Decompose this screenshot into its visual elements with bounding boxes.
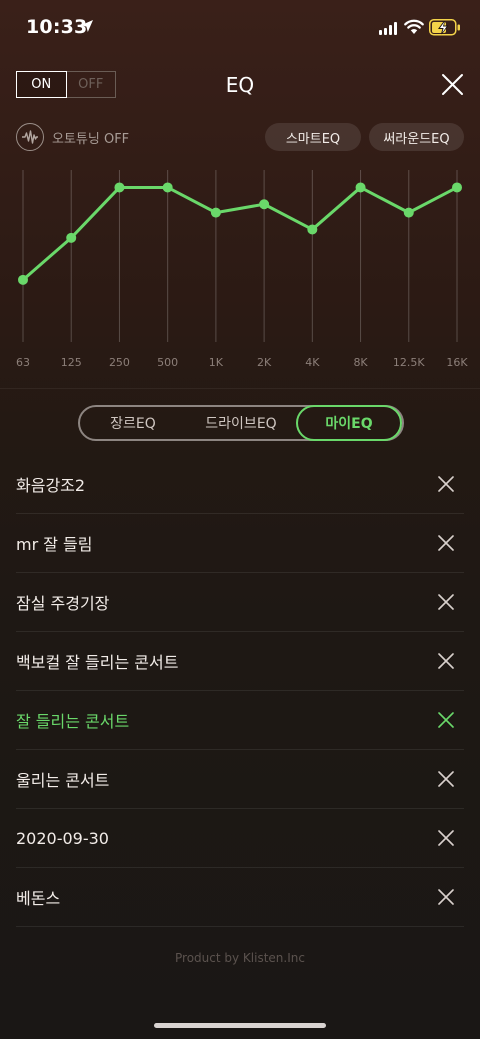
- page-title: EQ: [225, 73, 255, 97]
- delete-preset-icon[interactable]: [438, 712, 454, 728]
- eq-band-handle-500[interactable]: [162, 182, 173, 193]
- eq-category-tabs: 장르EQ 드라이브EQ 마이EQ: [78, 405, 404, 441]
- preset-list: 화음강조2 mr 잘 들림잠실 주경기장백보컬 잘 들리는 콘서트잘 들리는 콘서…: [16, 455, 464, 927]
- preset-name: 베돈스: [16, 889, 61, 908]
- eq-band-handle-250[interactable]: [114, 182, 125, 193]
- eq-band-handle-12.5K[interactable]: [403, 207, 414, 218]
- eq-band-handle-4K[interactable]: [307, 224, 318, 235]
- eq-band-label: 8K: [353, 356, 368, 369]
- preset-row[interactable]: 화음강조2: [16, 455, 464, 514]
- waveform-icon: [16, 123, 44, 151]
- tab-my-eq[interactable]: 마이EQ: [296, 405, 402, 441]
- tab-genre-eq[interactable]: 장르EQ: [80, 407, 186, 439]
- section-divider: [0, 388, 480, 389]
- eq-band-handle-8K[interactable]: [355, 182, 366, 193]
- cellular-signal-icon: [379, 22, 397, 35]
- delete-preset-icon[interactable]: [438, 653, 454, 669]
- smart-eq-button[interactable]: 스마트EQ: [265, 123, 361, 151]
- eq-band-handle-63[interactable]: [18, 274, 28, 285]
- footer-credit: Product by Klisten.Inc: [175, 951, 305, 965]
- preset-row[interactable]: 잘 들리는 콘서트: [16, 691, 464, 750]
- preset-row[interactable]: 잠실 주경기장: [16, 573, 464, 632]
- delete-preset-icon[interactable]: [438, 594, 454, 610]
- preset-row[interactable]: mr 잘 들림: [16, 514, 464, 573]
- eq-band-label: 16K: [446, 356, 468, 369]
- eq-band-handle-2K[interactable]: [259, 199, 270, 210]
- status-bar: 10:33: [0, 0, 480, 56]
- eq-band-label: 250: [108, 356, 130, 369]
- autotune-label: 오토튜닝 OFF: [52, 131, 130, 147]
- eq-band-handle-16K[interactable]: [452, 182, 462, 193]
- eq-band-label: 500: [157, 356, 179, 369]
- eq-band-label: 12.5K: [392, 356, 425, 369]
- delete-preset-icon[interactable]: [438, 535, 454, 551]
- eq-band-handle-125[interactable]: [66, 232, 77, 243]
- preset-name: 울리는 콘서트: [16, 771, 110, 790]
- delete-preset-icon[interactable]: [438, 771, 454, 787]
- preset-name: 잠실 주경기장: [16, 594, 110, 613]
- eq-curve-graph[interactable]: [0, 170, 480, 380]
- preset-name: 잘 들리는 콘서트: [16, 712, 130, 731]
- preset-name: 화음강조2: [16, 476, 86, 495]
- delete-preset-icon[interactable]: [438, 889, 454, 905]
- eq-band-handle-1K[interactable]: [210, 207, 221, 218]
- delete-preset-icon[interactable]: [438, 476, 454, 492]
- status-time: 10:33: [26, 16, 88, 38]
- top-bar: ON OFF EQ: [0, 71, 480, 99]
- eq-curve-line: [22, 185, 458, 281]
- eq-band-label: 125: [60, 356, 82, 369]
- eq-band-label: 63: [16, 356, 30, 369]
- location-arrow-icon: [81, 20, 93, 32]
- preset-name: 백보컬 잘 들리는 콘서트: [16, 653, 179, 672]
- home-indicator[interactable]: [154, 1023, 326, 1028]
- preset-name: mr 잘 들림: [16, 535, 93, 554]
- eq-band-label: 2K: [257, 356, 272, 369]
- close-icon[interactable]: [441, 73, 464, 96]
- autotune-toggle[interactable]: 오토튜닝 OFF: [16, 122, 129, 152]
- delete-preset-icon[interactable]: [438, 830, 454, 846]
- eq-band-label: 4K: [305, 356, 320, 369]
- preset-row[interactable]: 백보컬 잘 들리는 콘서트: [16, 632, 464, 691]
- surround-eq-button[interactable]: 써라운드EQ: [369, 123, 464, 151]
- preset-row[interactable]: 2020-09-30: [16, 809, 464, 868]
- eq-band-label: 1K: [208, 356, 223, 369]
- preset-row[interactable]: 울리는 콘서트: [16, 750, 464, 809]
- battery-charging-icon: [429, 19, 460, 36]
- wifi-icon: [404, 19, 424, 34]
- preset-name: 2020-09-30: [16, 828, 109, 848]
- tab-drive-eq[interactable]: 드라이브EQ: [186, 407, 296, 439]
- preset-row[interactable]: 베돈스: [16, 868, 464, 927]
